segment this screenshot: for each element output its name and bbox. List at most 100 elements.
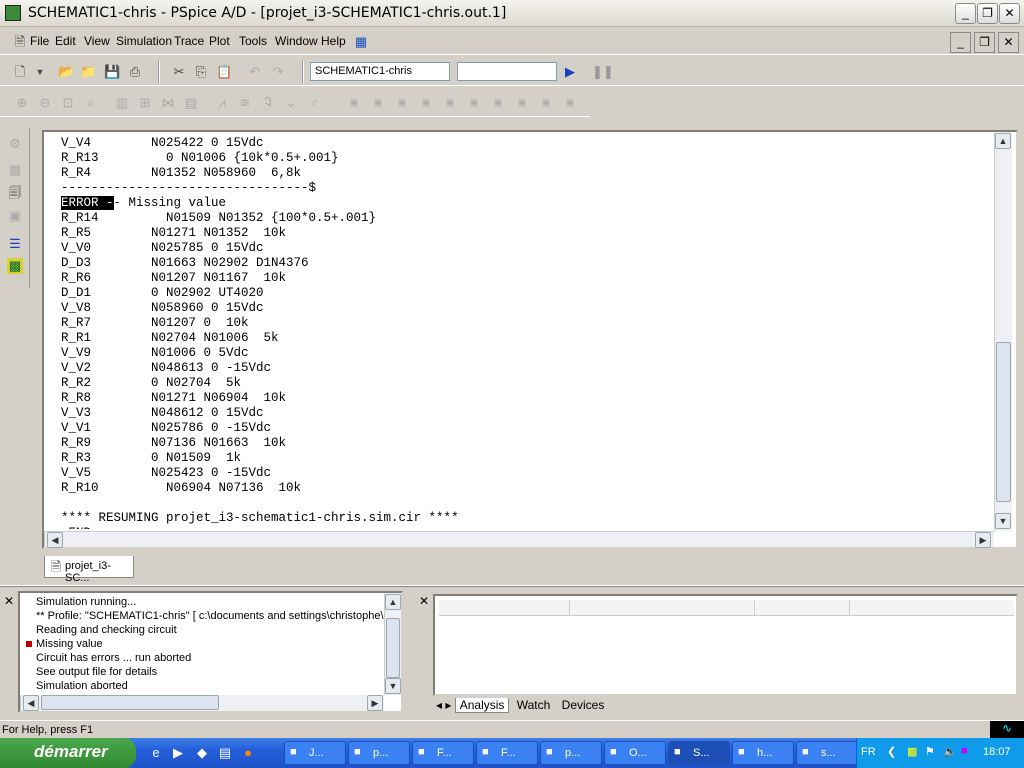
scroll-up-button[interactable]: ▲ [995,133,1011,149]
menu-window[interactable]: Window [275,34,318,48]
menu-help[interactable]: Help [321,34,346,48]
quicklaunch-app-icon[interactable]: ◆ [194,745,210,761]
menu-file[interactable]: File [30,34,49,48]
zoom-fit-icon[interactable]: ⌕ [83,95,99,111]
cursor-next-icon[interactable]: ⋇ [514,95,530,111]
close-pane-icon[interactable]: ✕ [4,594,14,608]
probe-icon[interactable]: ▣ [7,208,23,224]
output-text[interactable]: V_V4 N025422 0 15Vdc R_R13 0 N01006 {10k*… [61,136,991,529]
scroll-right-button[interactable]: ▶ [975,532,991,548]
tab-watch[interactable]: Watch [513,698,555,712]
start-button[interactable]: démarrer [0,738,136,768]
scroll-thumb[interactable] [41,695,219,710]
tray-app2-icon[interactable]: ■ [961,745,968,757]
messages-vertical-scrollbar[interactable]: ▲ ▼ [384,593,401,695]
quicklaunch-firefox-icon[interactable]: ● [240,745,256,761]
zoom-area-icon[interactable]: ⊡ [60,95,76,111]
tray-app-icon[interactable]: ▩ [907,745,917,758]
menu-plot[interactable]: Plot [209,34,230,48]
log-y-icon[interactable]: ▤ [183,95,199,111]
cursor-peak-icon[interactable]: ⋇ [346,95,362,111]
taskbar-button[interactable]: ■ p... [540,741,602,765]
label-icon[interactable]: Ꮈ [260,95,276,111]
cursor-max-icon[interactable]: ⋇ [442,95,458,111]
clock[interactable]: 18:07 [983,746,1011,758]
menu-view[interactable]: View [84,34,110,48]
taskbar-button[interactable]: ■ O... [604,741,666,765]
tray-expand-icon[interactable]: ❮ [887,745,896,758]
log-x-icon[interactable]: ▥ [114,95,130,111]
menu-trace[interactable]: Trace [174,34,204,48]
help-whats-this-icon[interactable]: ▦ [353,34,369,50]
mark-icon[interactable]: ⌄ [283,95,299,111]
taskbar-button[interactable]: ■ J... [284,741,346,765]
eval-goal-icon[interactable]: ≋ [237,95,253,111]
scroll-thumb[interactable] [386,618,400,678]
close-button[interactable]: ✕ [999,3,1020,24]
scroll-left-button[interactable]: ◀ [23,695,39,711]
simulation-status-icon[interactable]: ☰ [7,236,23,252]
close-watch-pane-icon[interactable]: ✕ [419,594,429,608]
taskbar-button[interactable]: ■ S... [668,741,730,765]
tray-network-icon[interactable]: ⚑ [925,745,935,758]
tab-analysis[interactable]: Analysis [454,698,510,713]
taskbar-button[interactable]: ■ s... [796,741,858,765]
schematic-icon[interactable]: ▦ [7,162,23,178]
mdi-close-button[interactable]: ✕ [998,32,1019,53]
simulation-profile-select[interactable]: SCHEMATIC1-chris [310,62,450,81]
vertical-scrollbar[interactable]: ▲ ▼ [994,132,1012,531]
language-indicator[interactable]: FR [861,746,876,758]
menu-edit[interactable]: Edit [55,34,76,48]
run-icon[interactable]: ▶ [562,64,578,80]
undo-icon[interactable]: ↶ [247,64,263,80]
mdi-restore-button[interactable]: ❐ [974,32,995,53]
cursor-trough-icon[interactable]: ⋇ [370,95,386,111]
section-select[interactable] [457,62,557,81]
taskbar-button[interactable]: ■ h... [732,741,794,765]
performance-icon[interactable]: ⋈ [160,95,176,111]
zoom-in-icon[interactable]: ⊕ [14,95,30,111]
taskbar-button[interactable]: ■ p... [348,741,410,765]
add-trace-icon[interactable]: ⩘ [214,95,230,111]
cut-icon[interactable]: ✂ [171,64,187,80]
new-dropdown-icon[interactable]: ▼ [32,64,48,80]
mdi-minimize-button[interactable]: _ [950,32,971,53]
save-icon[interactable]: 💾 [104,64,120,80]
scroll-up-button[interactable]: ▲ [385,594,401,610]
zoom-out-icon[interactable]: ⊖ [37,95,53,111]
taskbar-button[interactable]: ■ F... [476,741,538,765]
pspice-app-icon[interactable] [5,5,21,21]
simulation-settings-icon[interactable]: ⚙ [7,136,23,152]
redo-icon[interactable]: ↷ [270,64,286,80]
paste-icon[interactable]: 📋 [216,64,232,80]
taskbar-button[interactable]: ■ F... [412,741,474,765]
quicklaunch-calendar-icon[interactable]: ▤ [217,745,233,761]
horizontal-scrollbar[interactable]: ◀ ▶ [44,531,994,548]
restore-button[interactable]: ❐ [977,3,998,24]
toggle-cursor-icon[interactable]: ♂ [306,95,322,111]
tray-volume-icon[interactable]: 🔈 [943,745,957,758]
plot-window-icon[interactable]: ▩ [7,258,23,274]
scroll-left-button[interactable]: ◀ [47,532,63,548]
view-output-icon[interactable]: 🗐 [7,185,23,201]
splitter[interactable] [0,585,1024,587]
cursor-search-icon[interactable]: ⋇ [490,95,506,111]
quicklaunch-ie-icon[interactable]: e [148,745,164,761]
fourier-icon[interactable]: ⊞ [137,95,153,111]
cursor-mark-icon[interactable]: ⋇ [562,95,578,111]
scroll-right-button[interactable]: ▶ [367,695,383,711]
minimize-button[interactable]: _ [955,3,976,24]
open-icon[interactable]: 📂 [58,64,74,80]
new-icon[interactable]: 🗋 [12,64,28,80]
copy-icon[interactable]: ⎘ [193,64,209,80]
document-tab[interactable]: 🗎 projet_i3-SC... [44,556,134,584]
cursor-slope-icon[interactable]: ⋇ [394,95,410,111]
cursor-transition-icon[interactable]: ⋇ [538,95,554,111]
quicklaunch-media-icon[interactable]: ▶ [170,745,186,761]
scroll-down-button[interactable]: ▼ [995,513,1011,529]
pause-icon[interactable]: ❚❚ [592,64,614,80]
scroll-down-button[interactable]: ▼ [385,678,401,694]
tab-devices[interactable]: Devices [558,698,609,712]
tab-prev-button[interactable]: ◂ ▸ [436,698,455,712]
menu-simulation[interactable]: Simulation [116,34,172,48]
